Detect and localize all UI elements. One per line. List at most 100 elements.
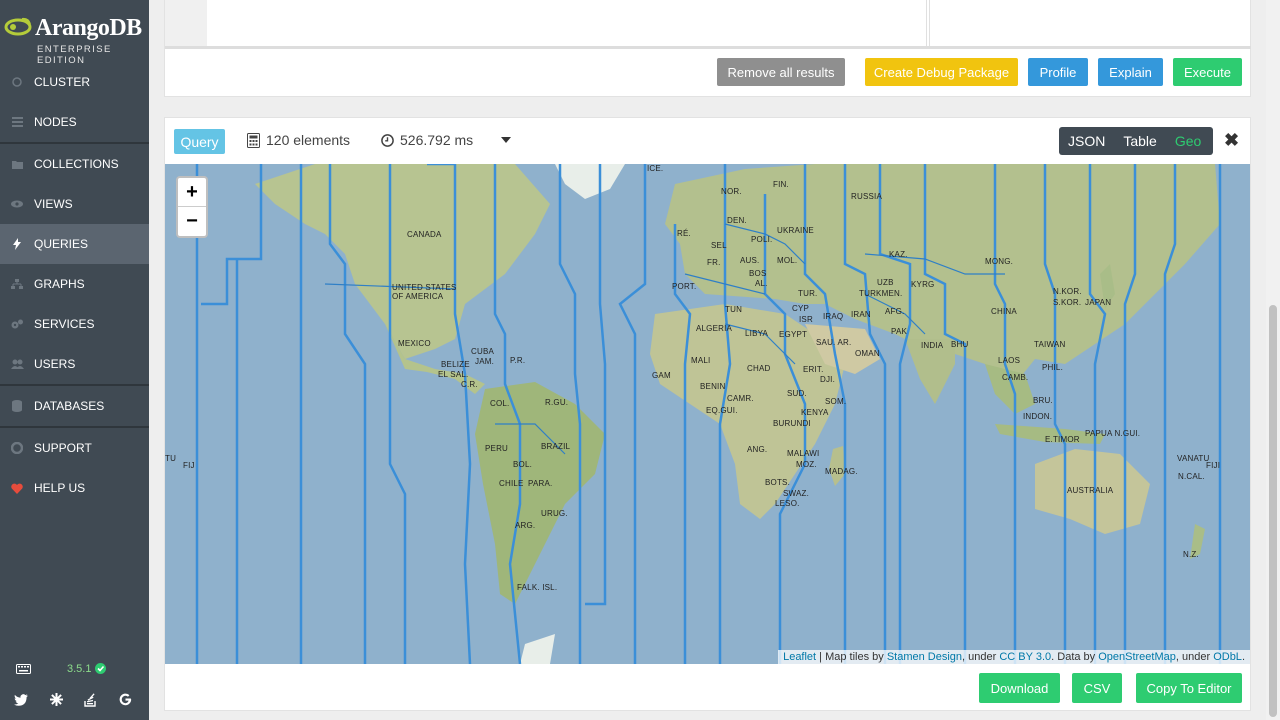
sidebar-item-nodes[interactable]: NODES <box>0 102 149 142</box>
map-attribution: Leaflet | Map tiles by Stamen Design, un… <box>778 650 1250 664</box>
slack-icon[interactable] <box>50 693 63 706</box>
map-label: URUG. <box>541 509 568 518</box>
map-label: MONG. <box>985 257 1014 266</box>
sidebar-item-queries[interactable]: QUERIES <box>0 224 149 264</box>
map-label: LESO. <box>775 499 800 508</box>
twitter-icon[interactable] <box>14 694 28 706</box>
sidebar-item-label: USERS <box>34 357 76 371</box>
keyboard-icon[interactable] <box>16 664 31 674</box>
explain-button[interactable]: Explain <box>1098 58 1163 86</box>
openstreetmap-link[interactable]: OpenStreetMap <box>1098 651 1176 663</box>
map-label: PAPUA N.GUI. <box>1085 429 1141 438</box>
create-debug-package-button[interactable]: Create Debug Package <box>865 58 1018 86</box>
close-result-icon[interactable]: ✖ <box>1224 130 1239 151</box>
sidebar-item-services[interactable]: SERVICES <box>0 304 149 344</box>
map-label: TUR. <box>798 289 818 298</box>
map-label: CAMR. <box>727 394 754 403</box>
map-label: LIBYA <box>745 329 769 338</box>
sidebar-item-users[interactable]: USERS <box>0 344 149 384</box>
map-label: TAIWAN <box>1034 340 1066 349</box>
sidebar-item-label: CLUSTER <box>34 75 91 89</box>
result-view-switcher: JSON Table Geo <box>1059 127 1213 155</box>
circle-icon <box>10 75 24 89</box>
brand-logo[interactable]: ArangoDB ENTERPRISE EDITION <box>0 0 149 66</box>
map-label: C.R. <box>461 380 478 389</box>
sidebar-item-databases[interactable]: DATABASES <box>0 386 149 426</box>
map-label: BRAZIL <box>541 442 571 451</box>
map-label: NOR. <box>721 187 742 196</box>
sidebar-item-help-us[interactable]: HELP US <box>0 468 149 508</box>
sidebar-item-support[interactable]: SUPPORT <box>0 428 149 468</box>
map-label: UZB <box>877 278 894 287</box>
map-label: SAU. AR. <box>816 338 852 347</box>
odbl-link[interactable]: ODbL <box>1213 651 1242 663</box>
leaflet-link[interactable]: Leaflet <box>783 651 816 663</box>
sidebar-item-label: DATABASES <box>34 399 105 413</box>
brand-name: ArangoDB <box>35 15 142 41</box>
map-label: KENYA <box>801 408 829 417</box>
map-label: UNITED STATES OF AMERICA <box>392 283 457 301</box>
stamen-link[interactable]: Stamen Design <box>887 651 962 663</box>
map-label: FR. <box>707 258 721 267</box>
map-label: MALAWI <box>787 449 820 458</box>
view-table-button[interactable]: Table <box>1114 133 1165 149</box>
stackoverflow-icon[interactable] <box>84 693 97 707</box>
query-editor[interactable] <box>207 0 927 46</box>
sidebar-item-graphs[interactable]: GRAPHS <box>0 264 149 304</box>
result-options-dropdown[interactable] <box>501 137 511 143</box>
page-scrollbar[interactable] <box>1266 0 1280 720</box>
map-label: BENIN <box>700 382 726 391</box>
map-label: ICE. <box>647 164 664 173</box>
sitemap-icon <box>10 277 24 291</box>
copy-to-editor-button[interactable]: Copy To Editor <box>1136 673 1242 703</box>
version-label: 3.5.1 <box>67 663 92 675</box>
sidebar-item-cluster[interactable]: CLUSTER <box>0 62 149 102</box>
view-json-button[interactable]: JSON <box>1059 133 1114 149</box>
sidebar-item-views[interactable]: VIEWS <box>0 184 149 224</box>
view-geo-button[interactable]: Geo <box>1166 133 1210 149</box>
map-label: EQ.GUI. <box>706 406 738 415</box>
zoom-out-button[interactable]: − <box>178 207 206 236</box>
google-icon[interactable] <box>119 693 132 706</box>
query-editor-card: Remove all results Create Debug Package … <box>164 0 1251 97</box>
sidebar-item-label: SERVICES <box>34 317 95 331</box>
map-label: CYP <box>792 304 810 313</box>
remove-all-results-button[interactable]: Remove all results <box>717 58 845 86</box>
bolt-icon <box>10 237 24 251</box>
profile-button[interactable]: Profile <box>1028 58 1088 86</box>
clock-icon <box>381 133 394 147</box>
csv-button[interactable]: CSV <box>1072 673 1122 703</box>
result-footer: Download CSV Copy To Editor <box>165 664 1250 710</box>
map-label: BELIZE <box>441 360 470 369</box>
map-label: KYRG <box>911 280 935 289</box>
map-label: AL. <box>755 279 768 288</box>
map-label: COL. <box>490 399 510 408</box>
sidebar-item-collections[interactable]: COLLECTIONS <box>0 144 149 184</box>
execution-time: 526.792 ms <box>400 132 474 148</box>
map-label: EL SAL. <box>438 370 469 379</box>
map-label: SWAZ. <box>783 489 810 498</box>
map-label: JAM. <box>475 357 495 366</box>
map-label: PAK <box>891 327 908 336</box>
map-label: MADAG. <box>825 467 858 476</box>
cogs-icon <box>10 317 24 331</box>
sidebar-item-label: SUPPORT <box>34 441 92 455</box>
execute-button[interactable]: Execute <box>1173 58 1242 86</box>
life-ring-icon <box>10 441 24 455</box>
map-label: TUN <box>725 305 743 314</box>
ccby-link[interactable]: CC BY 3.0 <box>999 651 1051 663</box>
map-label: SEL <box>711 241 727 250</box>
sidebar: ArangoDB ENTERPRISE EDITION CLUSTER NODE… <box>0 0 149 720</box>
map-label: INDON. <box>1023 412 1053 421</box>
map-label: UKRAINE <box>777 226 814 235</box>
map-label: AUS. <box>740 256 760 265</box>
bind-parameters-panel[interactable] <box>929 0 1251 46</box>
zoom-in-button[interactable]: + <box>178 178 206 207</box>
scrollbar-thumb[interactable] <box>1269 305 1277 717</box>
map-label: TU <box>165 454 177 463</box>
geo-map[interactable]: ICE. NOR. FIN. RUSSIA DEN. POLI. UKRAINE… <box>165 164 1250 664</box>
map-label: BHU <box>951 340 969 349</box>
map-label: R.GU. <box>545 398 569 407</box>
download-button[interactable]: Download <box>979 673 1060 703</box>
check-circle-icon <box>95 663 106 674</box>
